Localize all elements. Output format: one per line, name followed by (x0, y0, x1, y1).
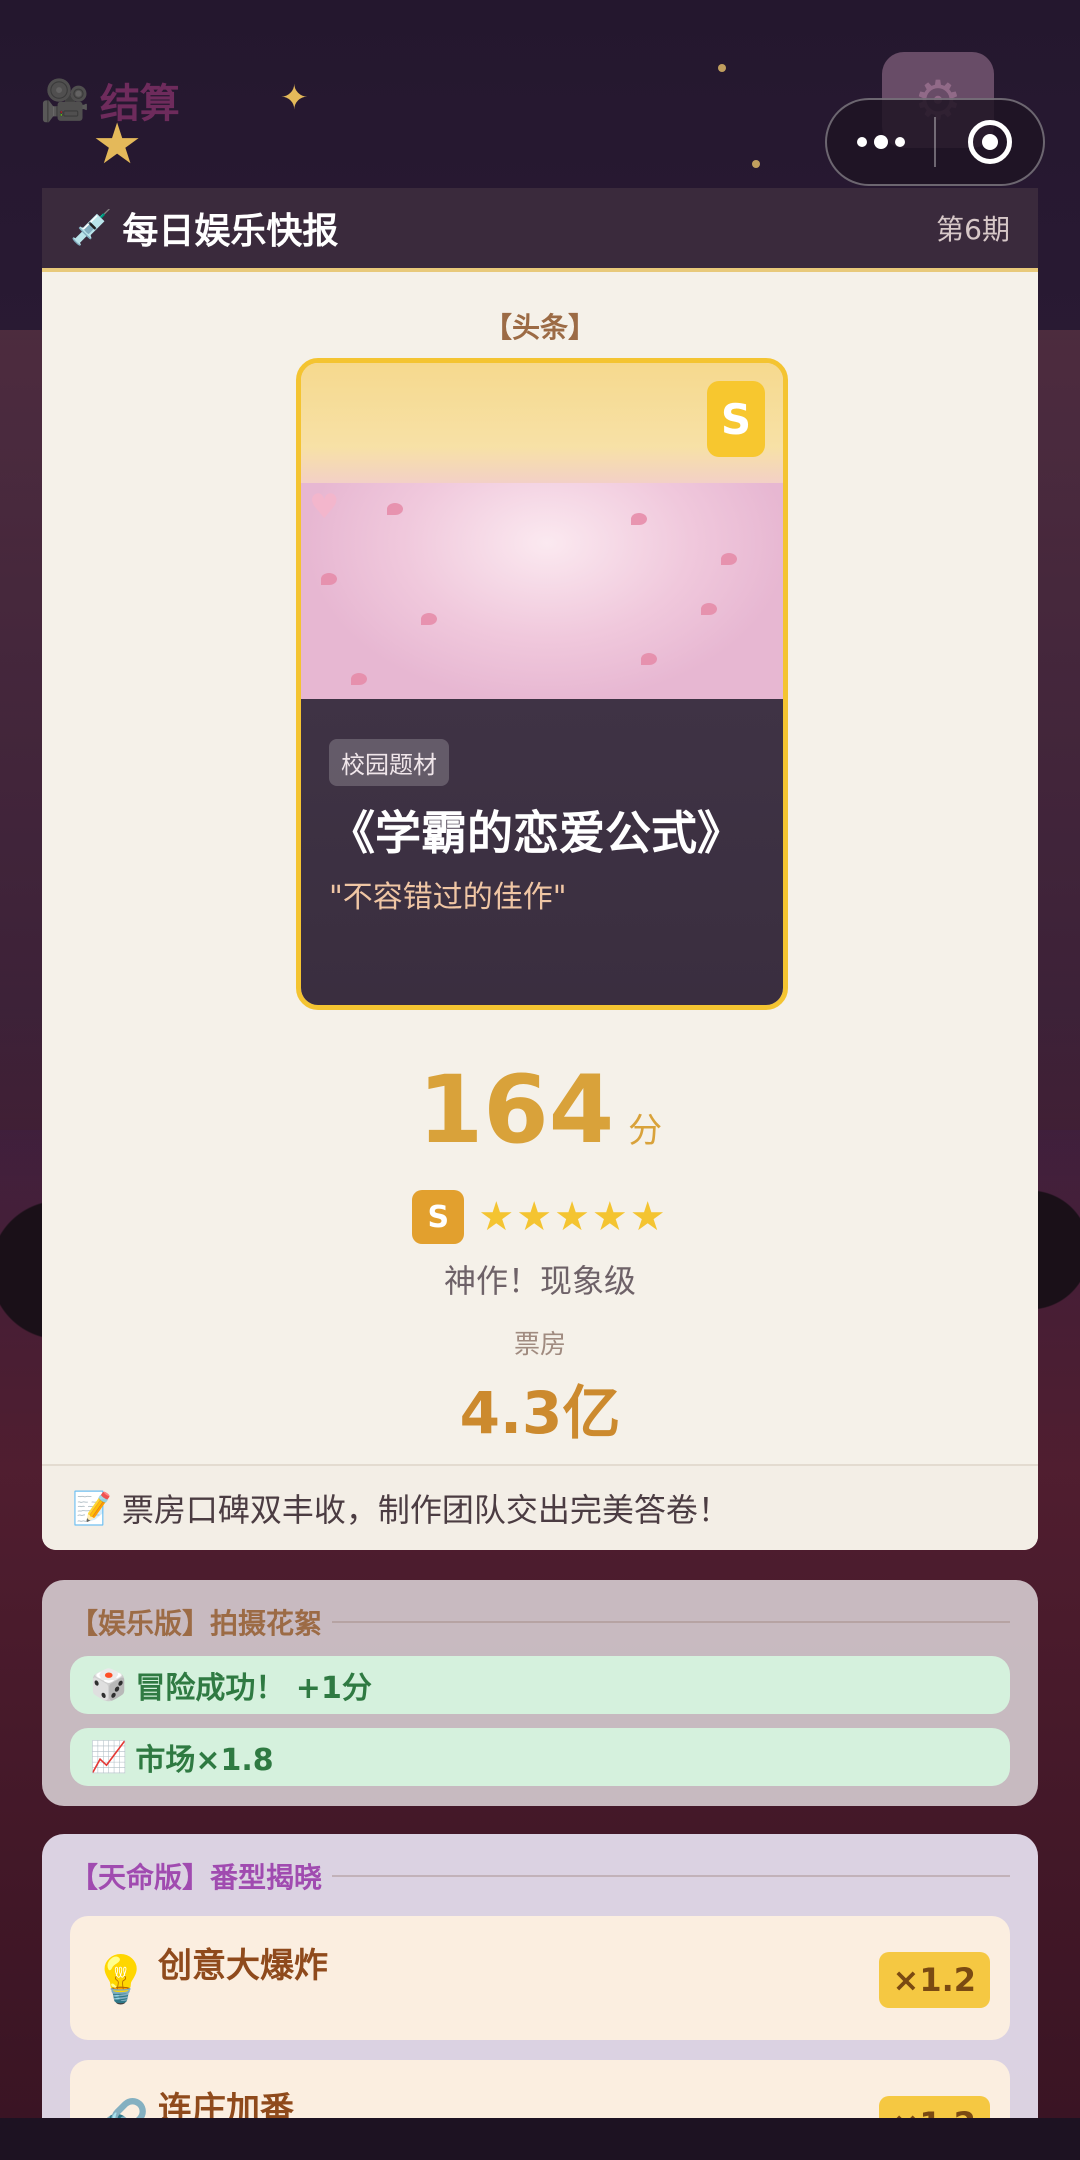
petal-icon (321, 573, 337, 585)
petal-icon (421, 613, 437, 625)
movie-quote: "不容错过的佳作" (329, 880, 567, 915)
score-unit: 分 (628, 1111, 663, 1151)
dot-icon (894, 137, 905, 147)
dot-icon (873, 135, 888, 149)
bottom-edge (0, 2118, 1080, 2160)
box-office-value: 4.3亿 (459, 1379, 621, 1447)
fate-heading: 【天命版】番型揭晓 (70, 1856, 1010, 1896)
blooper-item: 🎲 冒险成功！ +1分 (70, 1656, 1010, 1714)
poster-caption: 校园题材 《学霸的恋爱公式》 "不容错过的佳作" (301, 699, 783, 1005)
rank-row: S ★★★★★ (42, 1190, 1038, 1244)
page-title: 🎥 结算 (40, 72, 180, 128)
petal-icon (641, 653, 657, 665)
fate-item-name: 创意大爆炸 (158, 1946, 328, 1986)
news-header: 💉 每日娱乐快报 第6期 (42, 188, 1038, 272)
memo-icon: 📝 (72, 1489, 112, 1527)
star-icon: ✦ (280, 78, 309, 118)
fate-item: 💡 创意大爆炸 ×1.2 (70, 1916, 1010, 2040)
sparkle-dot (752, 160, 760, 168)
verdict-text: 神作！现象级 (443, 1262, 636, 1300)
blooper-item: 📈 市场×1.8 (70, 1728, 1010, 1786)
divider (332, 1621, 1010, 1623)
divider (332, 1875, 1010, 1877)
headline-tag: 【头条】 (483, 311, 596, 344)
lightbulb-icon: 💡 (92, 1952, 150, 2006)
blooper-text: 市场×1.8 (135, 1743, 274, 1778)
more-options-button[interactable] (827, 100, 934, 184)
rank-badge: S (412, 1190, 465, 1244)
star-rating: ★★★★★ (478, 1194, 668, 1240)
daily-news-card: 💉 每日娱乐快报 第6期 【头条】 ♥ S 校园题材 《学霸的恋爱公式》 "不容… (42, 188, 1038, 1550)
poster-grade-badge: S (707, 381, 765, 457)
film-camera-icon: 🎥 (40, 77, 90, 124)
petal-icon (387, 503, 403, 515)
petal-icon (721, 553, 737, 565)
poster-romance-art: ♥ (301, 483, 783, 699)
syringe-icon: 💉 (70, 208, 113, 248)
heart-icon: ♥ (309, 487, 340, 527)
chart-up-icon: 📈 (90, 1739, 128, 1775)
target-circle-icon (967, 120, 1012, 164)
movie-poster[interactable]: ♥ S 校园题材 《学霸的恋爱公式》 "不容错过的佳作" (296, 358, 788, 1010)
issue-number: 第6期 (936, 213, 1010, 246)
bloopers-card: 【娱乐版】拍摄花絮 🎲 冒险成功！ +1分 📈 市场×1.8 (42, 1580, 1038, 1806)
petal-icon (351, 673, 367, 685)
score-value: 164 (417, 1056, 615, 1165)
news-title: 每日娱乐快报 (122, 211, 339, 252)
page-title-text: 结算 (99, 81, 180, 127)
news-summary: 📝 票房口碑双丰收，制作团队交出完美答卷！ (42, 1464, 1038, 1550)
bloopers-heading: 【娱乐版】拍摄花絮 (70, 1602, 1010, 1642)
genre-tag: 校园题材 (329, 739, 449, 786)
close-miniprogram-button[interactable] (936, 100, 1043, 184)
sparkle-dot (718, 64, 726, 72)
miniprogram-capsule (825, 98, 1045, 186)
section-label: 【娱乐版】拍摄花絮 (70, 1607, 323, 1640)
multiplier-badge: ×1.2 (878, 1952, 990, 2008)
petal-icon (701, 603, 717, 615)
petal-icon (631, 513, 647, 525)
blooper-text: 冒险成功！ +1分 (135, 1671, 372, 1706)
movie-title: 《学霸的恋爱公式》 (329, 806, 743, 860)
section-label: 【天命版】番型揭晓 (70, 1861, 323, 1894)
dot-icon (856, 137, 867, 147)
box-office-label: 票房 (513, 1330, 566, 1360)
summary-text: 票房口碑双丰收，制作团队交出完美答卷！ (121, 1491, 730, 1529)
score-display: 164 分 (42, 1056, 1038, 1165)
fate-card: 【天命版】番型揭晓 💡 创意大爆炸 ×1.2 🔗 连庄加番 ×1.2 (42, 1834, 1038, 2160)
dice-icon: 🎲 (90, 1667, 128, 1703)
